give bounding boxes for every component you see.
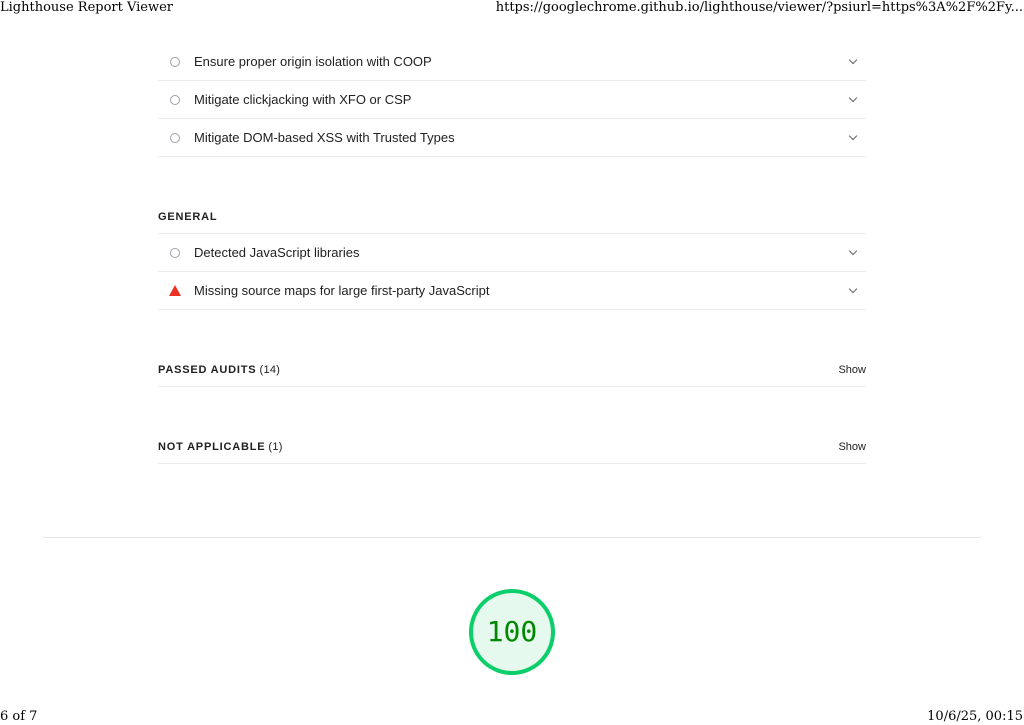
audit-row-trusted-types[interactable]: Mitigate DOM-based XSS with Trusted Type… — [158, 119, 866, 157]
not-applicable-header[interactable]: NOT APPLICABLE (1) Show — [158, 430, 866, 464]
audit-status-icon-wrap — [158, 285, 194, 296]
audit-title: Missing source maps for large first-part… — [194, 283, 490, 298]
print-datetime: 10/6/25, 00:15 — [927, 709, 1023, 724]
not-applicable-title: NOT APPLICABLE (1) — [158, 441, 283, 453]
audit-title: Detected JavaScript libraries — [194, 245, 360, 260]
not-applicable-show-button[interactable]: Show — [838, 441, 866, 453]
passed-audits-title: PASSED AUDITS (14) — [158, 364, 280, 376]
chevron-down-icon — [848, 55, 858, 64]
chevron-down-icon — [848, 284, 858, 293]
expand-toggle[interactable] — [840, 246, 866, 255]
circle-icon — [170, 56, 180, 67]
audit-status-icon-wrap — [158, 56, 194, 67]
print-page-number: 6 of 7 — [0, 709, 38, 724]
expand-toggle[interactable] — [840, 93, 866, 102]
passed-audits-group: PASSED AUDITS (14) Show — [158, 353, 866, 387]
audit-list: Ensure proper origin isolation with COOP… — [158, 43, 866, 157]
audit-row-coop[interactable]: Ensure proper origin isolation with COOP — [158, 43, 866, 81]
print-page-title: Lighthouse Report Viewer — [0, 0, 174, 15]
circle-icon — [170, 247, 180, 258]
passed-audits-show-button[interactable]: Show — [838, 364, 866, 376]
audit-title: Ensure proper origin isolation with COOP — [194, 54, 432, 69]
print-page-url: https://googlechrome.github.io/lighthous… — [495, 0, 1023, 15]
print-footer: 6 of 7 10/6/25, 00:15 — [0, 709, 1024, 725]
audit-row-clickjacking[interactable]: Mitigate clickjacking with XFO or CSP — [158, 81, 866, 119]
audit-title: Mitigate clickjacking with XFO or CSP — [194, 92, 412, 107]
audit-status-icon-wrap — [158, 94, 194, 105]
audit-row-source-maps[interactable]: Missing source maps for large first-part… — [158, 272, 866, 310]
passed-audits-count: (14) — [259, 363, 281, 376]
triangle-warning-icon — [169, 285, 181, 296]
audit-title: Mitigate DOM-based XSS with Trusted Type… — [194, 130, 455, 145]
general-group: GENERAL Detected JavaScript libraries Mi… — [158, 200, 866, 310]
expand-toggle[interactable] — [840, 284, 866, 293]
category-divider — [43, 537, 981, 538]
print-header: Lighthouse Report Viewer https://googlec… — [0, 0, 1024, 16]
not-applicable-label: NOT APPLICABLE — [158, 440, 266, 453]
not-applicable-count: (1) — [268, 440, 283, 453]
expand-toggle[interactable] — [840, 131, 866, 140]
group-heading: GENERAL — [158, 200, 866, 234]
expand-toggle[interactable] — [840, 55, 866, 64]
not-applicable-group: NOT APPLICABLE (1) Show — [158, 430, 866, 464]
score-value: 100 — [486, 615, 538, 648]
audit-status-icon-wrap — [158, 247, 194, 258]
circle-icon — [170, 94, 180, 105]
passed-audits-header[interactable]: PASSED AUDITS (14) Show — [158, 353, 866, 387]
chevron-down-icon — [848, 131, 858, 140]
chevron-down-icon — [848, 246, 858, 255]
audit-row-js-libraries[interactable]: Detected JavaScript libraries — [158, 234, 866, 272]
chevron-down-icon — [848, 93, 858, 102]
circle-icon — [170, 132, 180, 143]
audit-status-icon-wrap — [158, 132, 194, 143]
score-gauge[interactable]: 100 — [469, 589, 555, 675]
passed-audits-label: PASSED AUDITS — [158, 363, 257, 376]
